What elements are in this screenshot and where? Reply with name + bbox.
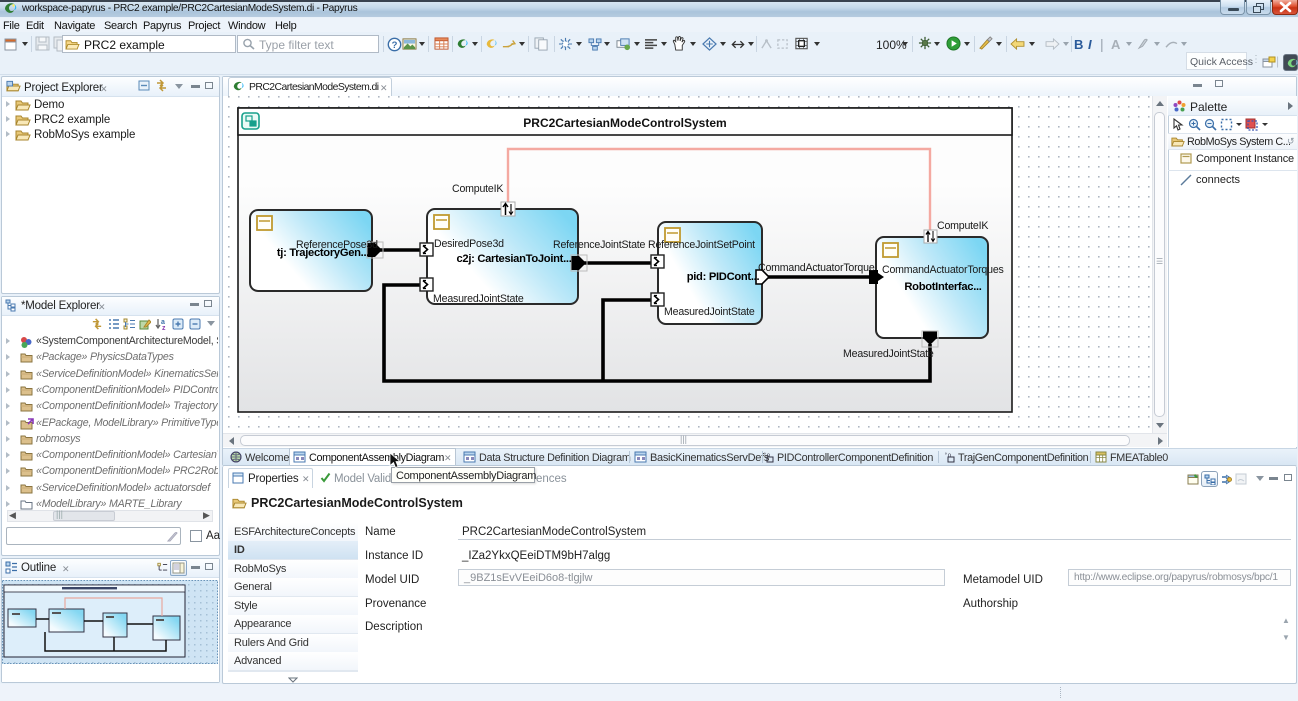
svg-text:ReferenceJointSetPoint: ReferenceJointSetPoint (648, 239, 755, 251)
svg-text:DesiredPose3d: DesiredPose3d (434, 238, 504, 250)
svg-text:RobotInterfac...: RobotInterfac... (904, 281, 981, 293)
svg-text:?: ? (392, 40, 398, 51)
svg-text:ComputeIK: ComputeIK (452, 183, 503, 195)
svg-text:MeasuredJointState: MeasuredJointState (433, 293, 524, 305)
svg-text:c2j: CartesianToJoint...: c2j: CartesianToJoint... (456, 253, 571, 265)
svg-text:ComputeIK: ComputeIK (937, 220, 988, 232)
svg-text:CommandActuatorTorque: CommandActuatorTorque (758, 262, 875, 274)
svg-text:MeasuredJointState: MeasuredJointState (843, 348, 934, 360)
svg-text:pid: PIDCont...: pid: PIDCont... (687, 271, 760, 283)
svg-text:ReferenceJointState: ReferenceJointState (553, 239, 645, 251)
svg-text:tj: TrajectoryGen...: tj: TrajectoryGen... (277, 247, 369, 259)
svg-text:MeasuredJointState: MeasuredJointState (664, 306, 755, 318)
svg-text:CommandActuatorTorques: CommandActuatorTorques (882, 264, 1004, 276)
svg-text:z: z (162, 325, 166, 330)
svg-text:PRC2CartesianModeControlSystem: PRC2CartesianModeControlSystem (523, 116, 726, 130)
